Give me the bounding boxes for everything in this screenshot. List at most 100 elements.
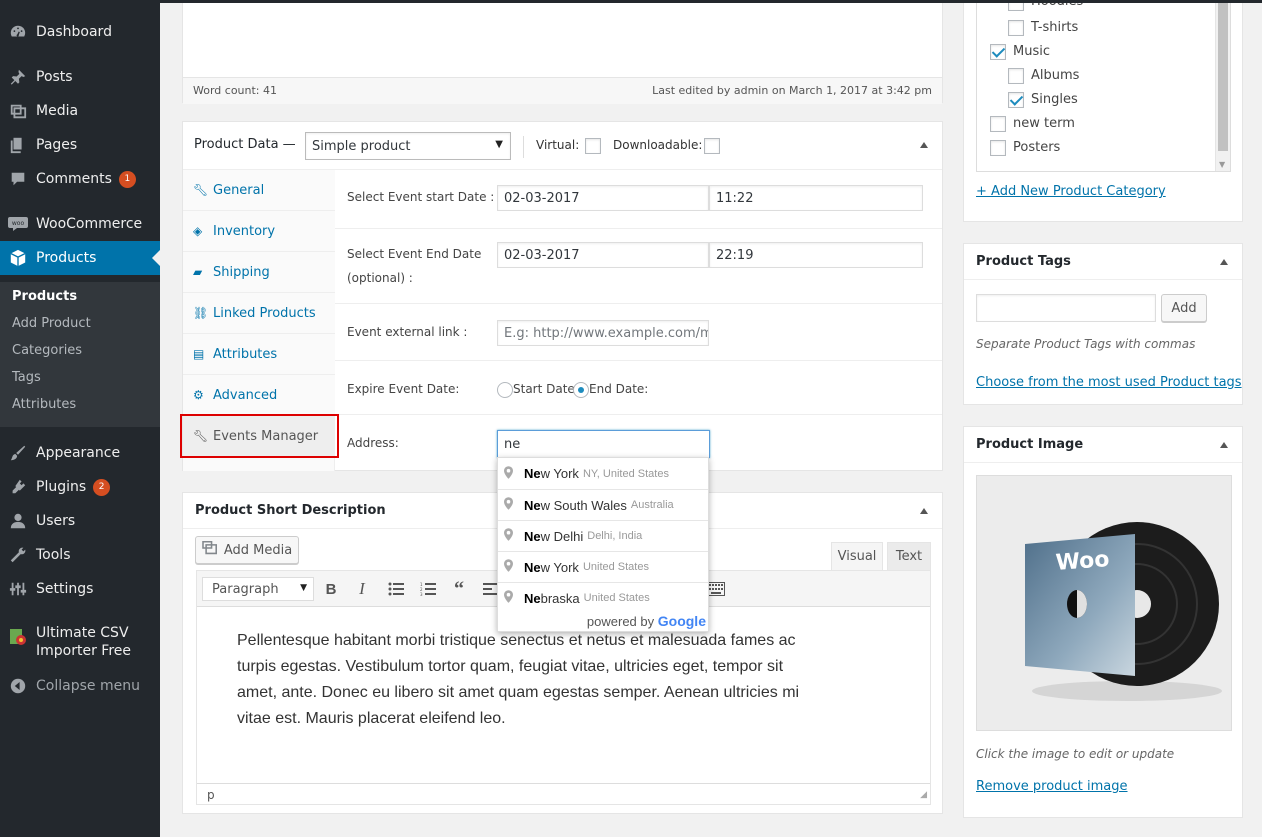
menu-woocommerce[interactable]: woo WooCommerce <box>0 207 160 241</box>
wrench-icon <box>0 546 36 564</box>
tab-general[interactable]: 🔧︎ General <box>183 170 335 211</box>
autocomplete-item[interactable]: Ne w York United States <box>498 551 708 582</box>
tab-visual[interactable]: Visual <box>831 542 883 570</box>
menu-ultimate-csv-importer[interactable]: Ultimate CSV Importer Free <box>0 622 160 662</box>
tab-linked-products[interactable]: ⛓︎ Linked Products <box>183 293 335 334</box>
active-indicator <box>152 250 160 266</box>
blockquote-button[interactable]: “ <box>447 577 471 601</box>
match-text: Ne <box>524 466 541 481</box>
tab-label: Linked Products <box>213 305 316 321</box>
comments-count-badge: 1 <box>118 170 136 188</box>
tags-hint: Separate Product Tags with commas <box>976 337 1196 351</box>
expire-start-radio[interactable] <box>497 382 513 398</box>
category-checkbox-tshirts[interactable] <box>1008 20 1024 36</box>
location-pin-icon <box>504 497 524 513</box>
autocomplete-item[interactable]: Ne w Delhi Delhi, India <box>498 520 708 551</box>
autocomplete-item[interactable]: Ne w York NY, United States <box>498 458 708 489</box>
users-icon <box>0 512 36 530</box>
category-checkbox-music[interactable] <box>990 44 1006 60</box>
end-time-input[interactable]: 22:19 <box>709 242 923 268</box>
bold-button[interactable]: B <box>319 577 343 601</box>
align-left-icon <box>483 583 497 595</box>
menu-pages[interactable]: Pages <box>0 128 160 162</box>
submenu-attributes[interactable]: Attributes <box>12 397 76 412</box>
collapse-toggle-icon[interactable] <box>920 142 928 148</box>
choose-most-used-tags-link[interactable]: Choose from the most used Product tags <box>976 375 1242 390</box>
products-submenu: Products Add Product Categories Tags Att… <box>0 282 160 427</box>
menu-appearance[interactable]: Appearance <box>0 436 160 470</box>
location-pin-icon <box>504 528 524 544</box>
product-image[interactable]: Woo <box>976 475 1232 731</box>
expire-end-radio[interactable] <box>573 382 589 398</box>
brush-icon <box>0 444 36 462</box>
pages-icon <box>0 136 36 154</box>
scrollbar-thumb[interactable] <box>1218 0 1228 151</box>
add-tag-button[interactable]: Add <box>1161 294 1207 322</box>
dropdown-arrow-icon: ▼ <box>300 583 307 593</box>
category-checkbox-singles[interactable] <box>1008 92 1024 108</box>
editor-statusbar: p ◢ <box>197 783 930 805</box>
resize-handle-icon[interactable]: ◢ <box>920 790 927 800</box>
submenu-tags[interactable]: Tags <box>12 370 41 385</box>
tab-shipping[interactable]: ▰ Shipping <box>183 252 335 293</box>
collapse-toggle-icon[interactable] <box>1220 259 1228 265</box>
products-icon <box>0 249 36 267</box>
tab-advanced[interactable]: ⚙︎ Advanced <box>183 375 335 416</box>
menu-posts[interactable]: Posts <box>0 60 160 94</box>
remove-product-image-link[interactable]: Remove product image <box>976 779 1128 794</box>
start-date-input[interactable]: 02-03-2017 <box>497 185 709 211</box>
add-media-button[interactable]: Add Media <box>195 536 299 564</box>
autocomplete-item[interactable]: Ne w South Wales Australia <box>498 489 708 520</box>
downloadable-checkbox[interactable] <box>704 138 720 154</box>
menu-collapse[interactable]: Collapse menu <box>0 669 160 703</box>
tab-inventory[interactable]: ◈ Inventory <box>183 211 335 252</box>
menu-products[interactable]: Products <box>0 241 160 275</box>
tab-attributes[interactable]: ▤ Attributes <box>183 334 335 375</box>
submenu-products[interactable]: Products <box>12 289 77 304</box>
categories-scrollbar[interactable]: ▼ <box>1215 0 1230 171</box>
secondary-text: United States <box>582 561 649 573</box>
menu-plugins[interactable]: Plugins 2 <box>0 470 160 504</box>
element-path: p <box>207 788 215 802</box>
match-text: Ne <box>524 497 541 513</box>
csv-importer-icon <box>0 622 36 647</box>
tab-text[interactable]: Text <box>887 542 931 570</box>
category-checkbox-posters[interactable] <box>990 140 1006 156</box>
start-time-input[interactable]: 11:22 <box>709 185 923 211</box>
external-link-label: Event external link : <box>347 325 468 339</box>
submenu-add-product[interactable]: Add Product <box>12 316 91 331</box>
address-input[interactable]: ne <box>497 430 710 458</box>
menu-comments[interactable]: Comments 1 <box>0 162 160 196</box>
numbered-list-button[interactable]: 123 <box>416 577 440 601</box>
scroll-down-icon[interactable]: ▼ <box>1219 160 1225 169</box>
admin-bar-edge <box>160 0 1262 3</box>
settings-icon <box>0 580 36 598</box>
product-image-panel: Product Image Woo Click the image to edi… <box>963 426 1243 818</box>
bullet-list-button[interactable] <box>384 577 408 601</box>
menu-media[interactable]: Media <box>0 94 160 128</box>
external-link-input[interactable]: E.g: http://www.example.com/my <box>497 320 709 346</box>
category-checkbox-albums[interactable] <box>1008 68 1024 84</box>
format-select[interactable]: Paragraph ▼ <box>202 577 314 601</box>
location-pin-icon <box>504 559 524 575</box>
virtual-checkbox[interactable] <box>585 138 601 154</box>
menu-users[interactable]: Users <box>0 504 160 538</box>
product-tags-title: Product Tags <box>976 254 1071 269</box>
submenu-categories[interactable]: Categories <box>12 343 82 358</box>
category-checkbox-new-term[interactable] <box>990 116 1006 132</box>
product-type-select[interactable]: Simple product ▼ <box>305 132 511 160</box>
category-label: Albums <box>1031 68 1080 83</box>
new-tag-input[interactable] <box>976 294 1156 322</box>
menu-settings[interactable]: Settings <box>0 572 160 606</box>
collapse-toggle-icon[interactable] <box>1220 442 1228 448</box>
menu-dashboard[interactable]: Dashboard <box>0 15 160 49</box>
collapse-toggle-icon[interactable] <box>920 508 928 514</box>
italic-button[interactable]: I <box>350 577 374 601</box>
short-description-content[interactable]: Pellentesque habitant morbi tristique se… <box>237 628 827 732</box>
add-new-category-link[interactable]: + Add New Product Category <box>976 184 1166 199</box>
menu-tools[interactable]: Tools <box>0 538 160 572</box>
menu-label: Collapse menu <box>36 678 140 694</box>
product-data-header: Product Data — Simple product ▼ Virtual:… <box>183 122 942 170</box>
autocomplete-item[interactable]: Ne braska United States <box>498 582 708 613</box>
end-date-input[interactable]: 02-03-2017 <box>497 242 709 268</box>
